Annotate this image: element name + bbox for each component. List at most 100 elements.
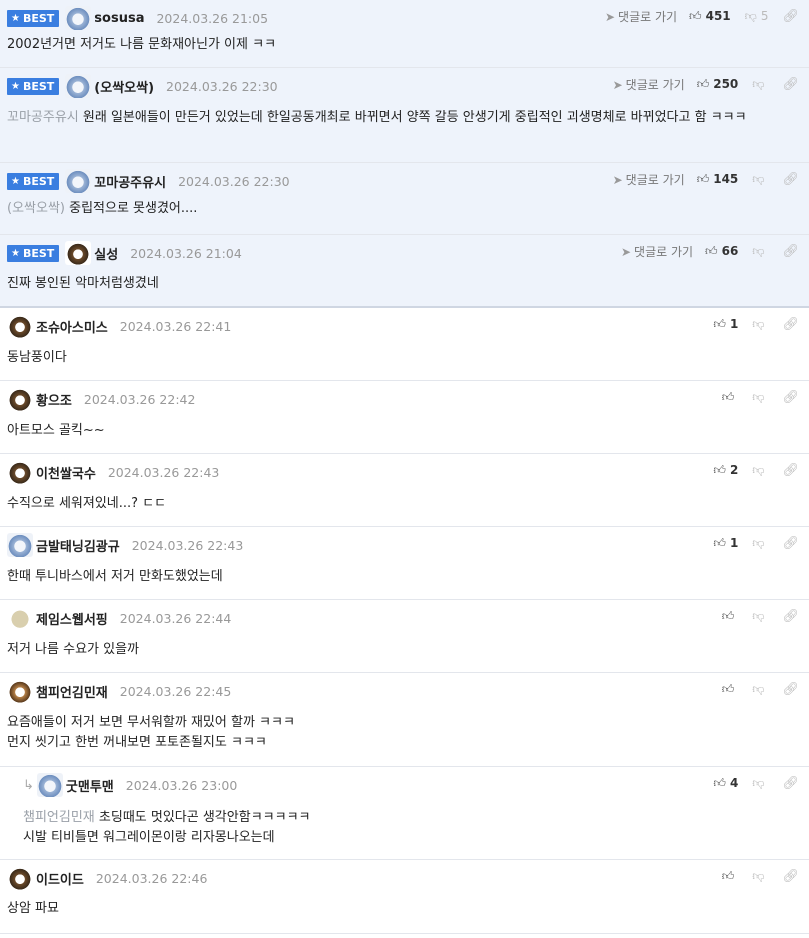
like-count: 1: [729, 317, 739, 331]
dislike-button[interactable]: 👎︎: [752, 536, 768, 551]
comment-actions: 👍︎ 2 👎︎ 🔗︎: [713, 460, 799, 480]
comment-item: 제임스웹서핑 2024.03.26 22:44 👍︎ 👎︎ 🔗︎ 저거 나름 수요가 있을…: [0, 600, 809, 673]
dislike-button[interactable]: 👎︎: [752, 390, 768, 405]
nickname[interactable]: 이드이드: [36, 869, 84, 888]
dislike-button[interactable]: 👎︎: [752, 172, 768, 187]
star-icon: ★: [11, 247, 20, 259]
avatar[interactable]: [7, 679, 33, 703]
like-button[interactable]: 👍︎ 1: [713, 536, 738, 551]
comment-body: 한때 투니바스에서 저거 만화도했었는데: [7, 567, 799, 587]
avatar[interactable]: [65, 74, 92, 98]
comment-body: 2002년거면 저거도 나름 문화재아닌가 이제 ㅋㅋ: [7, 35, 799, 55]
best-label: BEST: [22, 79, 55, 93]
avatar[interactable]: [7, 314, 33, 338]
like-count: 250: [713, 77, 739, 91]
avatar[interactable]: [65, 6, 92, 30]
comment-item: ↳ 굿맨투맨 2024.03.26 23:00 👍︎ 4 👎︎ 🔗︎ 챔피언김민재 초딩때도 …: [0, 767, 809, 860]
nickname[interactable]: 실성: [94, 244, 118, 263]
comment-date: 2024.03.26 22:43: [107, 464, 220, 480]
nickname[interactable]: (오싹오싹): [94, 77, 154, 96]
mention[interactable]: 챔피언김민재: [23, 810, 95, 825]
avatar[interactable]: [7, 460, 33, 484]
comment-text: 중립적으로 못생겼어....: [69, 201, 198, 216]
link-icon[interactable]: 🔗︎: [782, 463, 799, 478]
dislike-button[interactable]: 👎︎: [752, 869, 768, 884]
avatar[interactable]: [7, 387, 33, 411]
nickname[interactable]: 꼬마공주유시: [94, 172, 166, 191]
comment-line: 동남풍이다: [7, 348, 799, 368]
nickname[interactable]: 굿맨투맨: [66, 776, 114, 795]
link-icon[interactable]: 🔗︎: [782, 77, 799, 92]
thumbs-down-icon: 👎︎: [752, 171, 765, 186]
mention[interactable]: 꼬마공주유시: [7, 110, 79, 125]
comment-text: 동남풍이다: [7, 350, 67, 365]
link-icon[interactable]: 🔗︎: [782, 536, 799, 551]
dislike-button[interactable]: 👎︎: [752, 317, 768, 332]
avatar[interactable]: [65, 169, 92, 193]
nickname[interactable]: 챔피언김민재: [36, 682, 108, 701]
comment-text: 초딩때도 멋있다곤 생각안함ㅋㅋㅋㅋㅋ: [98, 810, 311, 825]
thumbs-up-icon: 👍︎: [713, 462, 726, 477]
nickname[interactable]: 황으조: [36, 390, 72, 409]
goto-comment-link[interactable]: ➤ 댓글로 가기: [613, 76, 685, 93]
like-button[interactable]: 👍︎: [722, 682, 739, 697]
dislike-button[interactable]: 👎︎: [752, 609, 768, 624]
link-icon[interactable]: 🔗︎: [782, 682, 799, 697]
avatar[interactable]: [7, 606, 33, 630]
like-button[interactable]: 👍︎ 451: [689, 9, 731, 24]
nickname[interactable]: 제임스웹서핑: [36, 609, 108, 628]
link-icon[interactable]: 🔗︎: [782, 172, 799, 187]
link-icon[interactable]: 🔗︎: [782, 390, 799, 405]
link-icon[interactable]: 🔗︎: [782, 317, 799, 332]
thumbs-down-icon: 👎︎: [752, 389, 765, 404]
best-badge: ★ BEST: [7, 9, 60, 27]
like-button[interactable]: 👍︎ 4: [713, 776, 738, 791]
dislike-button[interactable]: 👎︎: [752, 776, 768, 791]
link-icon[interactable]: 🔗︎: [782, 869, 799, 884]
comment-date: 2024.03.26 22:46: [95, 870, 208, 886]
like-button[interactable]: 👍︎ 66: [705, 244, 738, 259]
thumbs-up-icon: 👍︎: [713, 316, 726, 331]
dislike-button[interactable]: 👎︎: [752, 77, 768, 92]
thumbs-up-icon: 👍︎: [705, 243, 718, 258]
best-badge: ★ BEST: [7, 244, 60, 262]
like-button[interactable]: 👍︎ 145: [697, 172, 739, 187]
nickname[interactable]: 이천쌀국수: [36, 463, 96, 482]
goto-comment-link[interactable]: ➤ 댓글로 가기: [613, 171, 685, 188]
dislike-button[interactable]: 👎︎: [752, 463, 768, 478]
like-button[interactable]: 👍︎ 2: [713, 463, 738, 478]
goto-comment-link[interactable]: ➤ 댓글로 가기: [621, 243, 693, 260]
like-button[interactable]: 👍︎: [722, 609, 739, 624]
like-button[interactable]: 👍︎ 250: [697, 77, 739, 92]
link-icon[interactable]: 🔗︎: [782, 776, 799, 791]
nickname[interactable]: sosusa: [94, 11, 144, 26]
link-icon[interactable]: 🔗︎: [782, 9, 799, 24]
avatar[interactable]: [7, 866, 33, 890]
comment-body: 진짜 봉인된 악마처럼생겼네: [7, 274, 799, 294]
mention[interactable]: (오싹오싹): [7, 201, 65, 216]
nickname[interactable]: 금발태닝김광규: [36, 536, 120, 555]
nickname[interactable]: 조슈아스미스: [36, 317, 108, 336]
like-button[interactable]: 👍︎: [722, 390, 739, 405]
comment-item: 이천쌀국수 2024.03.26 22:43 👍︎ 2 👎︎ 🔗︎ 수직으로 세워져있네..…: [0, 454, 809, 527]
dislike-button[interactable]: 👎︎ 5: [745, 9, 769, 24]
goto-comment-link[interactable]: ➤ 댓글로 가기: [605, 8, 677, 25]
like-button[interactable]: 👍︎: [722, 869, 739, 884]
comment-actions: 👍︎ 1 👎︎ 🔗︎: [713, 533, 799, 553]
send-arrow-icon: ➤: [620, 244, 632, 259]
thumbs-down-icon: 👎︎: [752, 243, 765, 258]
dislike-count: 5: [760, 9, 769, 23]
avatar[interactable]: [7, 533, 33, 557]
link-icon[interactable]: 🔗︎: [782, 244, 799, 259]
comment-item: ★ BEST 꼬마공주유시 2024.03.26 22:30 ➤ 댓글로 가기 👍︎ 145 👎…: [0, 163, 809, 235]
like-button[interactable]: 👍︎ 1: [713, 317, 738, 332]
comment-item: 챔피언김민재 2024.03.26 22:45 👍︎ 👎︎ 🔗︎ 요즘애들이 저거 보면 …: [0, 673, 809, 767]
avatar[interactable]: [65, 241, 92, 265]
comment-item: 황으조 2024.03.26 22:42 👍︎ 👎︎ 🔗︎ 아트모스 골킥~~: [0, 381, 809, 454]
dislike-button[interactable]: 👎︎: [752, 244, 768, 259]
link-icon[interactable]: 🔗︎: [782, 609, 799, 624]
comment-text: 2002년거면 저거도 나름 문화재아닌가 이제 ㅋㅋ: [7, 37, 277, 52]
avatar[interactable]: [36, 773, 63, 797]
comment-item: 이드이드 2024.03.26 22:46 👍︎ 👎︎ 🔗︎ 상암 파묘: [0, 860, 809, 934]
dislike-button[interactable]: 👎︎: [752, 682, 768, 697]
